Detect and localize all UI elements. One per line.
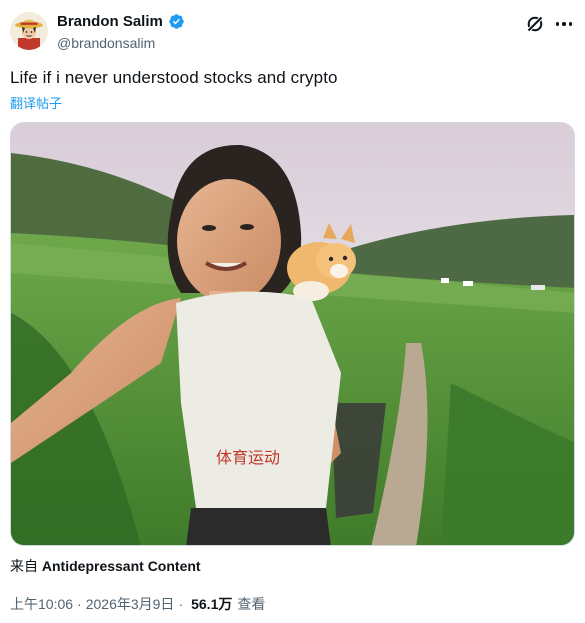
avatar[interactable] <box>10 12 48 50</box>
post-time[interactable]: 上午10:06 <box>10 594 73 614</box>
post-date[interactable]: 2026年3月9日 <box>86 594 175 614</box>
tweet-header: Brandon Salim @brandonsalim <box>10 10 575 54</box>
video-frame-image: 体育运动 <box>11 123 574 545</box>
svg-text:体育运动: 体育运动 <box>216 448 280 467</box>
source-app-link[interactable]: Antidepressant Content <box>42 558 201 574</box>
more-dots-icon <box>562 22 566 26</box>
more-dots-icon <box>555 22 560 26</box>
verified-badge-icon[interactable] <box>168 13 185 30</box>
meta-separator: · <box>77 596 82 612</box>
views-label: 查看 <box>237 596 266 612</box>
translate-post-link[interactable]: 翻译帖子 <box>10 93 62 112</box>
post-source: 来自 Antidepressant Content <box>10 556 201 576</box>
views-count: 56.1万 <box>191 596 233 612</box>
grok-button[interactable] <box>525 14 545 34</box>
author-handle[interactable]: @brandonsalim <box>57 35 155 51</box>
more-options-button[interactable] <box>553 14 575 34</box>
post-meta: 上午10:06 · 2026年3月9日 · 56.1万 查看 <box>10 594 265 614</box>
tweet-text: Life if i never understood stocks and cr… <box>10 68 338 87</box>
grok-icon <box>526 15 544 33</box>
more-dots-icon <box>568 22 573 26</box>
video-thumbnail[interactable]: 体育运动 <box>10 122 575 546</box>
meta-separator: · <box>178 596 184 612</box>
author-display-name[interactable]: Brandon Salim <box>57 13 163 30</box>
straw-hat-avatar-icon <box>10 12 48 50</box>
author-name-row[interactable]: Brandon Salim <box>57 13 185 30</box>
source-prefix: 来自 <box>10 558 38 574</box>
